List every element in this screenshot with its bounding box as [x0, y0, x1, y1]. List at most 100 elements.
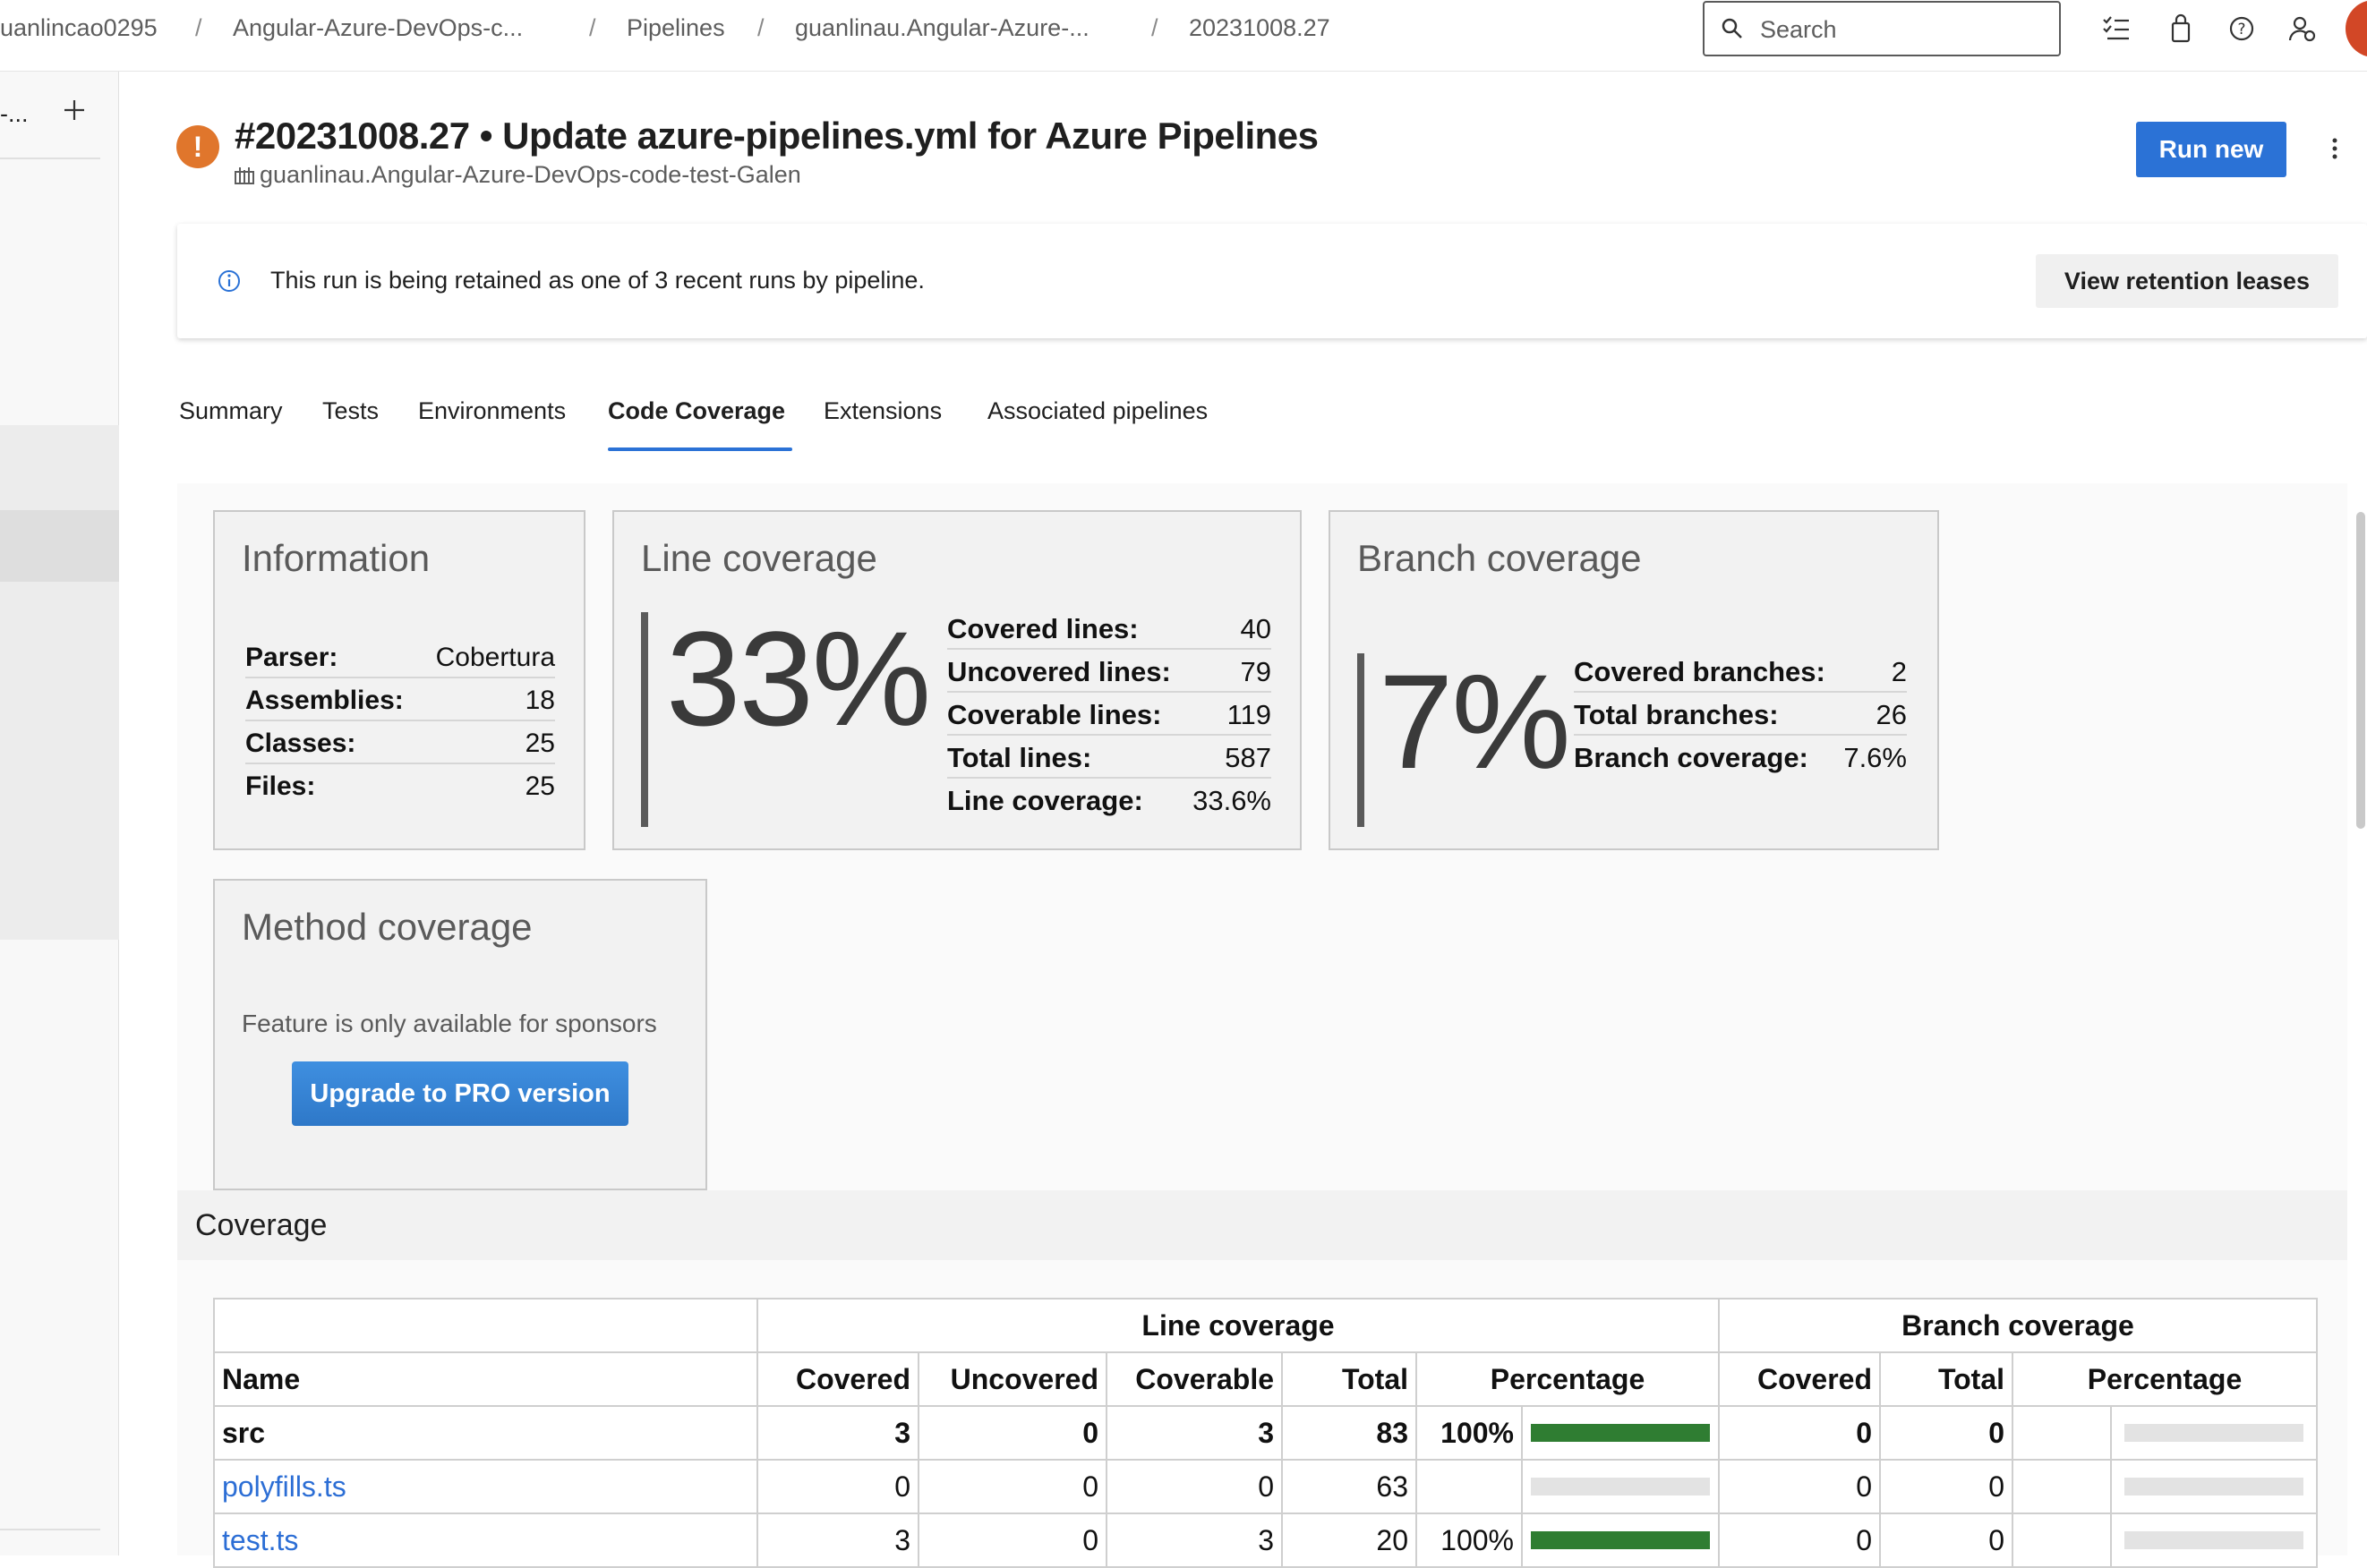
- column-header-total[interactable]: Total: [1281, 1351, 1417, 1407]
- column-header-percentage[interactable]: Percentage: [1415, 1351, 1720, 1407]
- tab-summary[interactable]: Summary: [179, 397, 283, 425]
- table-header-empty: [213, 1298, 758, 1353]
- covered-cell: 0: [756, 1459, 919, 1514]
- info-label: Parser:: [245, 643, 338, 672]
- information-card: Information Parser: Cobertura Assemblies:…: [213, 510, 585, 850]
- column-header-coverable[interactable]: Coverable: [1106, 1351, 1283, 1407]
- info-row: Parser: Cobertura: [245, 635, 555, 678]
- sponsor-notice: Feature is only available for sponsors: [242, 1010, 657, 1037]
- top-bar: uanlincao0295 / Angular-Azure-DevOps-c..…: [0, 0, 2367, 72]
- info-value: Cobertura: [435, 643, 555, 672]
- avatar[interactable]: [2346, 0, 2367, 57]
- table-row: polyfills.ts 0 0 0 63 0 0: [213, 1459, 2318, 1514]
- checklist-icon[interactable]: [2100, 13, 2132, 45]
- card-title: Information: [242, 537, 431, 579]
- stat-value: 33.6%: [1192, 785, 1271, 816]
- breadcrumb-pipeline[interactable]: guanlinau.Angular-Azure-...: [795, 14, 1090, 42]
- warning-status-icon: !: [176, 125, 219, 168]
- stat-row: Total lines: 587: [947, 736, 1271, 779]
- column-header-covered[interactable]: Covered: [756, 1351, 919, 1407]
- branch-coverage-percent: 7%: [1379, 646, 1571, 797]
- stat-row: Covered branches: 2: [1574, 650, 1907, 693]
- breadcrumb-separator: /: [1151, 14, 1158, 41]
- view-retention-leases-button[interactable]: View retention leases: [2036, 254, 2338, 308]
- uncovered-cell: 0: [918, 1513, 1107, 1568]
- help-icon[interactable]: ?: [2226, 13, 2258, 45]
- stat-label: Uncovered lines:: [947, 656, 1171, 687]
- branch-covered-cell: 0: [1718, 1405, 1881, 1461]
- line-coverage-bar: [1531, 1424, 1710, 1442]
- column-header-branch-percentage[interactable]: Percentage: [2012, 1351, 2318, 1407]
- info-value: 18: [525, 686, 555, 715]
- column-header-name[interactable]: Name: [213, 1351, 758, 1407]
- repository-link[interactable]: guanlinau.Angular-Azure-DevOps-code-test…: [235, 161, 801, 189]
- shopping-bag-icon[interactable]: [2165, 13, 2197, 45]
- branch-total-cell: 0: [1879, 1405, 2013, 1461]
- coverage-bar-cell: [1521, 1405, 1720, 1461]
- stat-row: Total branches: 26: [1574, 693, 1907, 736]
- project-name[interactable]: -...: [0, 100, 29, 128]
- breadcrumb-separator: /: [589, 14, 596, 41]
- stat-value: 79: [1240, 656, 1271, 687]
- repository-name[interactable]: guanlinau.Angular-Azure-DevOps-code-test…: [260, 161, 801, 188]
- svg-text:?: ?: [2237, 21, 2245, 38]
- breadcrumb-pipelines[interactable]: Pipelines: [627, 14, 725, 42]
- stat-label: Covered lines:: [947, 613, 1139, 644]
- add-icon[interactable]: [61, 97, 88, 124]
- uncovered-cell: 0: [918, 1459, 1107, 1514]
- line-coverage-bar: [1531, 1531, 1710, 1549]
- table-row: src 3 0 3 83 100% 0 0: [213, 1405, 2318, 1461]
- branch-coverage-bar: [2124, 1531, 2303, 1549]
- total-cell: 83: [1281, 1405, 1417, 1461]
- breadcrumb-run[interactable]: 20231008.27: [1189, 14, 1330, 42]
- breadcrumb-organization[interactable]: uanlincao0295: [0, 14, 158, 42]
- branch-percentage-cell: [2012, 1405, 2112, 1461]
- breadcrumb-separator: /: [195, 14, 202, 41]
- card-title: Method coverage: [242, 906, 533, 948]
- column-header-uncovered[interactable]: Uncovered: [918, 1351, 1107, 1407]
- stat-row: Line coverage: 33.6%: [947, 779, 1271, 822]
- coverable-cell: 0: [1106, 1459, 1283, 1514]
- column-header-branch-covered[interactable]: Covered: [1718, 1351, 1881, 1407]
- stat-label: Total branches:: [1574, 699, 1779, 730]
- coverage-section-title: Coverage: [195, 1208, 328, 1242]
- user-settings-icon[interactable]: [2286, 13, 2319, 45]
- page-title: #20231008.27 • Update azure-pipelines.ym…: [235, 115, 1319, 157]
- assembly-name[interactable]: src: [213, 1405, 758, 1461]
- stat-label: Line coverage:: [947, 785, 1143, 816]
- tab-extensions[interactable]: Extensions: [824, 397, 942, 425]
- branch-bar-cell: [2110, 1459, 2318, 1514]
- search-input[interactable]: [1760, 12, 2047, 47]
- nav-item-selected[interactable]: [0, 510, 119, 582]
- file-link[interactable]: test.ts: [222, 1524, 298, 1556]
- search-box[interactable]: [1703, 1, 2061, 56]
- stat-row: Coverable lines: 119: [947, 693, 1271, 736]
- tab-code-coverage[interactable]: Code Coverage: [608, 397, 785, 425]
- upgrade-pro-button[interactable]: Upgrade to PRO version: [292, 1061, 628, 1126]
- breadcrumb-project[interactable]: Angular-Azure-DevOps-c...: [233, 14, 523, 42]
- divider: [0, 1529, 100, 1530]
- table-row: test.ts 3 0 3 20 100% 0 0: [213, 1513, 2318, 1568]
- tab-tests[interactable]: Tests: [322, 397, 379, 425]
- file-link[interactable]: polyfills.ts: [222, 1470, 346, 1503]
- branch-bar-cell: [2110, 1513, 2318, 1568]
- total-cell: 63: [1281, 1459, 1417, 1514]
- nav-group: [0, 425, 119, 940]
- line-coverage-table: Covered lines: 40 Uncovered lines: 79 Cove…: [947, 607, 1271, 822]
- percentage-cell: [1415, 1459, 1523, 1514]
- coverable-cell: 3: [1106, 1405, 1283, 1461]
- tab-associated-pipelines[interactable]: Associated pipelines: [987, 397, 1208, 425]
- percentage-cell: 100%: [1415, 1405, 1523, 1461]
- column-header-branch-total[interactable]: Total: [1879, 1351, 2013, 1407]
- line-coverage-group-header: Line coverage: [756, 1298, 1720, 1353]
- tab-environments[interactable]: Environments: [418, 397, 566, 425]
- info-icon: [218, 270, 240, 292]
- run-new-button[interactable]: Run new: [2136, 122, 2286, 177]
- branch-covered-cell: 0: [1718, 1459, 1881, 1514]
- info-value: 25: [525, 771, 555, 801]
- branch-coverage-card: Branch coverage 7% Covered branches: 2 To…: [1329, 510, 1939, 850]
- stat-value: 7.6%: [1843, 742, 1907, 773]
- stat-row: Branch coverage: 7.6%: [1574, 736, 1907, 779]
- vertical-scrollbar[interactable]: [2356, 512, 2365, 829]
- more-options-icon[interactable]: [2328, 134, 2342, 163]
